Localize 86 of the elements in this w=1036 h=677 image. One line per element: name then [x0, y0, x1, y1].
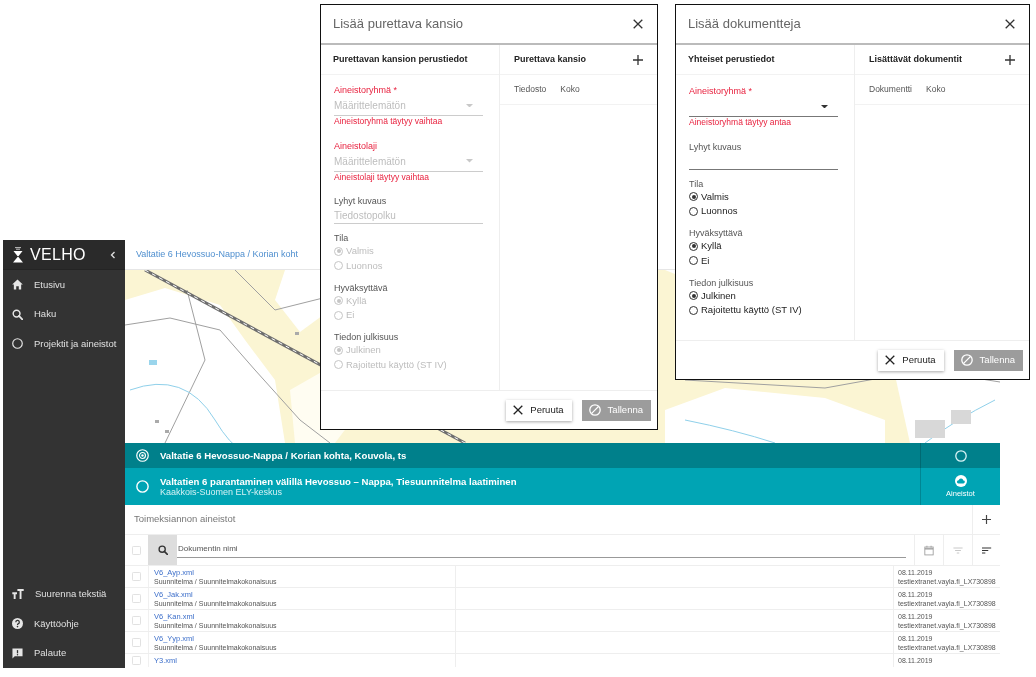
error-text: Aineistolaji täytyy vaihtaa	[334, 171, 429, 183]
checkbox[interactable]	[132, 545, 141, 555]
field-label: Lyhyt kuvaus	[689, 140, 742, 153]
radio-option[interactable]: Ei	[689, 253, 710, 268]
logo-text: VELHO	[30, 246, 86, 263]
column-header: Koko	[926, 83, 946, 96]
breadcrumb-link[interactable]: Valtatie 6 Hevossuo-Nappa / Korian koht	[136, 247, 298, 262]
bar-title: Valtatien 6 parantaminen välillä Hevossuo – Nappa, Tiesuunnitelma laatiminen	[160, 476, 517, 487]
circle-icon	[136, 480, 149, 493]
error-text: Aineistoryhmä täytyy vaihtaa	[334, 116, 443, 127]
bar-subtitle: Kaakkois-Suomen ELY-keskus	[160, 487, 284, 497]
section-title: Purettava kansio	[514, 52, 587, 66]
checkbox[interactable]	[132, 594, 141, 603]
error-text: Aineistoryhmä täytyy antaa	[689, 117, 792, 128]
cancel-button[interactable]: Peruuta	[506, 399, 572, 421]
close-icon	[885, 355, 896, 365]
field-label: Hyväksyttävä	[334, 281, 388, 294]
close-icon	[513, 405, 524, 415]
search-button[interactable]	[148, 535, 177, 565]
field-label: Tila	[334, 232, 349, 244]
field-label: Tila	[689, 177, 704, 190]
ban-icon	[960, 354, 973, 366]
target-icon	[136, 449, 149, 462]
chevron-left-icon[interactable]	[110, 250, 116, 259]
radio-button[interactable]	[689, 206, 698, 216]
radio-button[interactable]	[689, 241, 698, 251]
calendar-icon[interactable]	[924, 544, 934, 556]
caret-icon	[466, 159, 473, 163]
close-icon[interactable]	[633, 19, 643, 29]
nav-item[interactable]: Käyttöohje	[3, 609, 125, 639]
radio-option[interactable]: Julkinen	[689, 288, 736, 303]
section-title: Lisättävät dokumentit	[869, 52, 962, 66]
column-header: Koko	[560, 83, 580, 96]
field-label: Tiedon julkisuus	[334, 331, 399, 343]
section-title: Yhteiset perustiedot	[688, 52, 775, 66]
section-title: Toimeksiannon aineistot	[133, 512, 236, 527]
nav-item[interactable]: Palaute	[3, 638, 125, 668]
add-icon[interactable]	[982, 515, 991, 524]
ban-icon	[588, 404, 601, 416]
nav-item[interactable]: Haku	[3, 299, 125, 329]
radio-button[interactable]	[689, 256, 698, 266]
caret-icon	[466, 103, 473, 108]
cloud-icon	[954, 475, 967, 488]
field-label: Lyhyt kuvaus	[334, 195, 387, 207]
cancel-button[interactable]: Peruuta	[878, 349, 944, 371]
search-icon	[157, 545, 168, 555]
radio-button[interactable]	[689, 192, 698, 202]
sort-icon[interactable]	[981, 546, 992, 554]
checkbox[interactable]	[132, 638, 141, 647]
checkbox[interactable]	[132, 656, 141, 665]
radio-option[interactable]: Luonnos	[689, 204, 738, 219]
column-header: Dokumentti	[869, 83, 912, 96]
radio-option[interactable]: Valmis	[689, 189, 729, 204]
radio-option[interactable]: Rajoitettu käyttö (ST IV)	[689, 303, 802, 318]
close-icon[interactable]	[1005, 19, 1015, 29]
radio-button[interactable]	[689, 305, 698, 315]
field-label: Hyväksyttävä	[689, 227, 743, 239]
dialog-title: Lisää dokumentteja	[688, 15, 801, 34]
caret-icon	[821, 104, 828, 109]
checkbox[interactable]	[132, 572, 141, 581]
bar-title: Valtatie 6 Hevossuo-Nappa / Korian kohta, Kouvola, ts	[160, 450, 407, 461]
field-label: Tiedon julkisuus	[689, 276, 754, 289]
nav-item[interactable]: Suurenna tekstiä	[3, 579, 125, 609]
help-icon	[12, 618, 23, 630]
circle-icon	[12, 338, 23, 350]
radio-button[interactable]	[689, 291, 698, 301]
checkbox[interactable]	[132, 616, 141, 625]
column-header: Tiedosto	[514, 83, 547, 96]
text-size-icon	[12, 589, 24, 600]
field-label: Aineistoryhmä *	[334, 84, 398, 96]
field-label: Aineistoryhmä *	[689, 85, 753, 97]
logo-icon	[12, 246, 24, 263]
hierarchy-bar[interactable]: Valtatie 6 Hevossuo-Nappa / Korian kohta, Kouvola, ts	[125, 443, 1000, 468]
home-icon	[12, 279, 23, 291]
search-field[interactable]: Dokumentin nimi	[177, 540, 906, 558]
add-icon[interactable]	[633, 54, 643, 65]
feedback-icon	[12, 647, 23, 659]
circle-icon[interactable]	[954, 449, 967, 462]
nav-item[interactable]: Projektit ja aineistot	[3, 329, 125, 359]
radio-option[interactable]: Kyllä	[689, 239, 722, 254]
field-label: Aineistolaji	[334, 139, 378, 152]
section-title: Purettavan kansion perustiedot	[333, 52, 468, 66]
search-icon	[12, 308, 23, 320]
add-icon[interactable]	[1005, 54, 1015, 65]
nav-item[interactable]: Etusivu	[3, 270, 125, 300]
dialog-title: Lisää purettava kansio	[333, 15, 464, 34]
